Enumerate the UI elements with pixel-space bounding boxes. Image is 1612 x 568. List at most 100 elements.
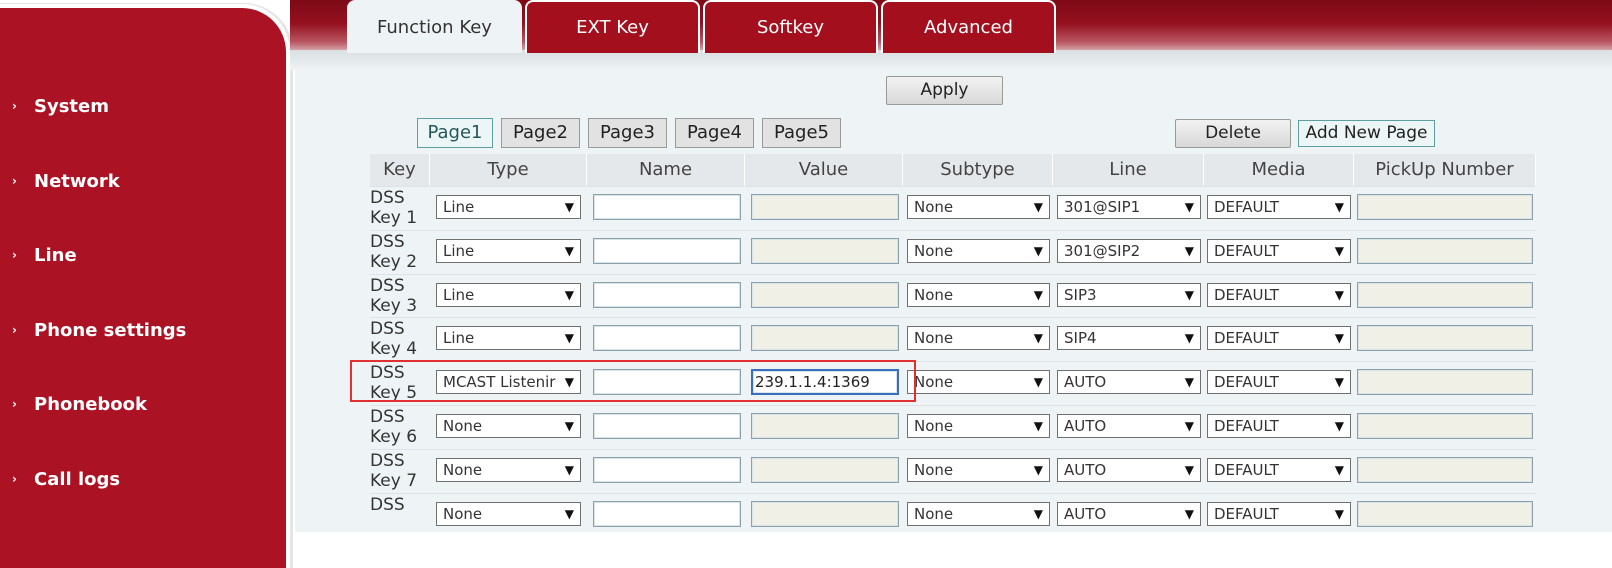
line-select[interactable]: 301@SIP1 ▼	[1057, 195, 1201, 219]
page-2-button[interactable]: Page2	[501, 118, 580, 148]
line-select[interactable]: SIP4 ▼	[1057, 326, 1201, 350]
subtype-select-value: None	[914, 198, 954, 216]
media-select[interactable]: DEFAULT ▼	[1207, 195, 1351, 219]
row-separator	[370, 449, 1536, 450]
triangle-down-icon: ▼	[1184, 419, 1194, 433]
type-select[interactable]: None ▼	[436, 458, 581, 482]
tab-advanced[interactable]: Advanced	[881, 0, 1056, 53]
media-select[interactable]: DEFAULT ▼	[1207, 502, 1351, 526]
pickup-number-input[interactable]	[1357, 413, 1533, 439]
type-select-value: None	[443, 505, 483, 523]
type-select-value: MCAST Listenir	[443, 373, 556, 391]
subtype-select[interactable]: None ▼	[907, 239, 1050, 263]
name-input[interactable]	[593, 194, 741, 220]
apply-button[interactable]: Apply	[886, 76, 1003, 105]
tab-function-key[interactable]: Function Key	[347, 0, 522, 53]
subtype-select[interactable]: None ▼	[907, 370, 1050, 394]
name-input[interactable]	[593, 238, 741, 264]
add-new-page-button[interactable]: Add New Page	[1298, 120, 1435, 147]
pickup-number-input[interactable]	[1357, 238, 1533, 264]
subtype-select-value: None	[914, 461, 954, 479]
sidebar-item-call-logs[interactable]: › Call logs	[12, 469, 120, 490]
triangle-down-icon: ▼	[1033, 331, 1043, 345]
media-select[interactable]: DEFAULT ▼	[1207, 370, 1351, 394]
type-select[interactable]: None ▼	[436, 502, 581, 526]
line-select[interactable]: AUTO ▼	[1057, 414, 1201, 438]
page-5-button[interactable]: Page5	[762, 118, 841, 148]
type-select[interactable]: Line ▼	[436, 283, 581, 307]
pickup-number-input[interactable]	[1357, 457, 1533, 483]
pickup-number-input[interactable]	[1357, 325, 1533, 351]
triangle-down-icon: ▼	[1033, 463, 1043, 477]
name-input[interactable]	[593, 457, 741, 483]
key-label-line1: DSS	[370, 451, 405, 471]
value-input[interactable]	[751, 194, 899, 220]
name-input[interactable]	[593, 369, 741, 395]
triangle-down-icon: ▼	[1334, 200, 1344, 214]
type-select[interactable]: MCAST Listenir ▼	[436, 370, 581, 394]
line-select[interactable]: SIP3 ▼	[1057, 283, 1201, 307]
tab-ext-key[interactable]: EXT Key	[525, 0, 700, 53]
key-label-line1: DSS	[370, 232, 405, 252]
line-select-value: 301@SIP2	[1064, 242, 1141, 260]
sidebar-item-system[interactable]: › System	[12, 96, 109, 117]
media-select-value: DEFAULT	[1214, 373, 1279, 391]
name-input[interactable]	[593, 501, 741, 527]
name-input[interactable]	[593, 413, 741, 439]
type-select[interactable]: None ▼	[436, 414, 581, 438]
value-input[interactable]	[751, 501, 899, 527]
pickup-number-input[interactable]	[1357, 369, 1533, 395]
subtype-select[interactable]: None ▼	[907, 195, 1050, 219]
delete-button[interactable]: Delete	[1175, 119, 1291, 148]
line-select-value: AUTO	[1064, 505, 1107, 523]
subtype-select[interactable]: None ▼	[907, 458, 1050, 482]
type-select[interactable]: Line ▼	[436, 239, 581, 263]
media-select[interactable]: DEFAULT ▼	[1207, 414, 1351, 438]
line-select[interactable]: AUTO ▼	[1057, 458, 1201, 482]
type-select[interactable]: Line ▼	[436, 195, 581, 219]
line-select[interactable]: AUTO ▼	[1057, 502, 1201, 526]
page-3-button[interactable]: Page3	[588, 118, 667, 148]
chevron-right-icon: ›	[12, 397, 17, 411]
value-input[interactable]: 239.1.1.4:1369	[751, 369, 899, 395]
page-1-button[interactable]: Page1	[417, 118, 493, 148]
name-input[interactable]	[593, 325, 741, 351]
media-select[interactable]: DEFAULT ▼	[1207, 458, 1351, 482]
sidebar-item-line[interactable]: › Line	[12, 245, 77, 266]
tab-softkey[interactable]: Softkey	[703, 0, 878, 53]
subtype-select[interactable]: None ▼	[907, 502, 1050, 526]
table-row-key: DSS Key 4	[370, 319, 430, 359]
subtype-select[interactable]: None ▼	[907, 326, 1050, 350]
subtype-select-value: None	[914, 242, 954, 260]
value-input[interactable]	[751, 413, 899, 439]
subtype-select[interactable]: None ▼	[907, 414, 1050, 438]
value-input[interactable]	[751, 325, 899, 351]
media-select-value: DEFAULT	[1214, 461, 1279, 479]
table-row-key: DSS Key 6	[370, 407, 430, 447]
page-4-button[interactable]: Page4	[675, 118, 754, 148]
media-select[interactable]: DEFAULT ▼	[1207, 326, 1351, 350]
sidebar-item-phone-settings[interactable]: › Phone settings	[12, 320, 186, 341]
subtype-select[interactable]: None ▼	[907, 283, 1050, 307]
line-select[interactable]: AUTO ▼	[1057, 370, 1201, 394]
sidebar-item-phonebook[interactable]: › Phonebook	[12, 394, 147, 415]
row-separator	[370, 317, 1536, 318]
value-input[interactable]	[751, 457, 899, 483]
sidebar-item-label: Network	[34, 171, 120, 192]
sidebar-item-network[interactable]: › Network	[12, 171, 120, 192]
media-select[interactable]: DEFAULT ▼	[1207, 283, 1351, 307]
type-select[interactable]: Line ▼	[436, 326, 581, 350]
line-select[interactable]: 301@SIP2 ▼	[1057, 239, 1201, 263]
key-label-line2: Key 4	[370, 339, 418, 359]
value-input[interactable]	[751, 238, 899, 264]
type-select-value: Line	[443, 329, 475, 347]
pickup-number-input[interactable]	[1357, 282, 1533, 308]
pickup-number-input[interactable]	[1357, 501, 1533, 527]
pickup-number-input[interactable]	[1357, 194, 1533, 220]
triangle-down-icon: ▼	[564, 507, 574, 521]
media-select[interactable]: DEFAULT ▼	[1207, 239, 1351, 263]
value-input[interactable]	[751, 282, 899, 308]
sidebar-item-label: Phone settings	[34, 320, 187, 341]
chevron-right-icon: ›	[12, 472, 17, 486]
name-input[interactable]	[593, 282, 741, 308]
